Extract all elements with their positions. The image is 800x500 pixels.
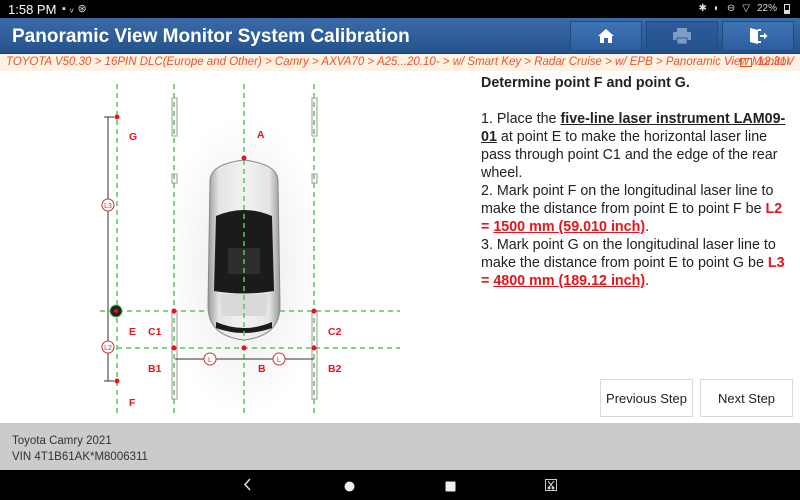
step-2: 2. Mark point F on the longitudinal lase… [481,183,783,235]
battery-voltage: 12.31V [739,54,794,71]
label-b: B [258,363,266,375]
label-g: G [129,131,137,143]
car-battery-icon [739,58,752,67]
home-button[interactable] [570,21,642,51]
recents-icon [445,481,456,492]
vci-icon: ⊛ [77,3,91,15]
system-navigation-bar [0,470,800,500]
vehicle-name: Toyota Camry 2021 [12,435,112,447]
point-b-marker [241,345,247,351]
page-title: Panoramic View Monitor System Calibratio… [12,26,410,47]
label-e: E [129,326,136,338]
home-circle-icon [344,481,355,492]
battery-icon [784,3,790,14]
point-f-marker [114,378,120,384]
instructions-panel: Determine point F and point G. 1. Place … [481,74,793,290]
back-button[interactable] [243,478,252,496]
svg-text:L2: L2 [104,345,112,352]
exit-button[interactable] [722,21,794,51]
home-icon [598,29,614,43]
breadcrumb-path: TOYOTA V50.30 > 16PIN DLC(Europe and Oth… [6,56,791,68]
l-badge-right: L [272,352,286,366]
l2-badge: L2 [101,340,115,354]
car-top-view [207,159,281,341]
screenshot-button[interactable] [545,478,557,496]
point-b2-marker [311,345,317,351]
next-step-button[interactable]: Next Step [700,379,793,417]
svg-text:L: L [208,357,212,364]
l3-value: 4800 mm (189.12 inch) [493,273,646,289]
label-c1: C1 [148,326,162,338]
title-bar: Panoramic View Monitor System Calibratio… [0,18,800,54]
printer-icon [673,28,691,45]
svg-text:L3: L3 [104,203,112,210]
bluetooth-icon: ✱ [698,3,707,14]
point-b1-marker [171,345,177,351]
exit-icon [750,28,768,44]
breadcrumb: TOYOTA V50.30 > 16PIN DLC(Europe and Oth… [0,54,800,71]
image-icon: ▪ [62,3,70,15]
l-badge-left: L [203,352,217,366]
status-bar: 1:58 PM ▪ᵥ⊛ ✱ ◐ ⊖ ▽ 22% [0,0,800,18]
battery-percent: 22% [756,3,777,14]
screenshot-icon [545,479,557,491]
label-a: A [257,129,265,141]
voltage-value: 12.31V [757,56,794,68]
clock: 1:58 PM [8,2,57,17]
label-f: F [129,397,136,409]
print-button[interactable] [646,21,718,51]
point-a-marker [241,155,247,161]
point-g-marker [114,114,120,120]
step-3: 3. Mark point G on the longitudinal lase… [481,237,785,289]
point-c1-marker [171,308,177,314]
do-not-disturb-icon: ⊖ [726,3,736,14]
label-c2: C2 [328,326,342,338]
l3-badge: L3 [101,198,115,212]
instructions-heading: Determine point F and point G. [481,75,690,91]
step-1: 1. Place the five-line laser instrument … [481,111,786,181]
label-b1: B1 [148,363,162,375]
previous-step-button[interactable]: Previous Step [600,379,693,417]
point-c2-marker [311,308,317,314]
wifi-icon: ▽ [742,3,750,14]
calibration-diagram: L3 L2 L L G A E C1 C2 B1 B B2 F [100,84,400,416]
l2-value: 1500 mm (59.010 inch) [493,219,646,235]
vehicle-info-footer: Toyota Camry 2021 VIN 4T1B61AK*M8006311 [0,423,800,470]
vehicle-vin: VIN 4T1B61AK*M8006311 [12,451,148,463]
recents-button[interactable] [445,479,456,497]
back-icon [243,478,251,491]
svg-text:L: L [277,357,281,364]
home-nav-button[interactable] [344,479,355,497]
notification-icons: ▪ᵥ⊛ [62,2,91,15]
label-b2: B2 [328,363,342,375]
system-icons: ✱ ◐ ⊖ ▽ 22% [698,3,790,14]
vibrate-icon: ◐ [713,3,720,14]
